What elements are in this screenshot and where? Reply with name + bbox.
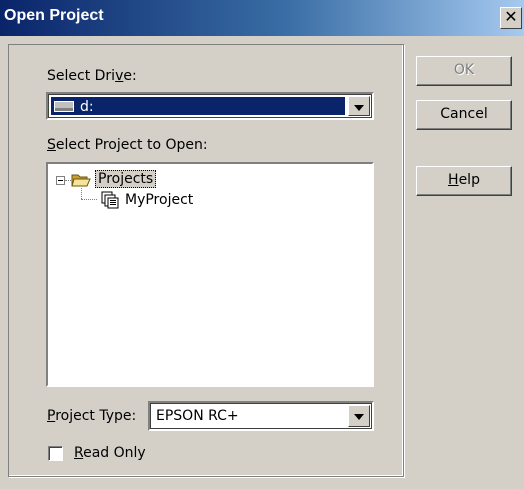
tree-item-myproject[interactable]: MyProject bbox=[125, 192, 193, 208]
read-only-label[interactable]: Read Only bbox=[74, 445, 146, 461]
project-type-value: EPSON RC+ bbox=[156, 408, 239, 424]
collapse-icon[interactable] bbox=[56, 176, 65, 185]
window-title: Open Project bbox=[4, 7, 104, 24]
project-type-select[interactable]: EPSON RC+ bbox=[148, 401, 374, 431]
tree-item-projects[interactable]: Projects bbox=[95, 170, 157, 188]
title-bar[interactable]: Open Project ✕ bbox=[0, 0, 524, 36]
select-project-label: Select Project to Open: bbox=[47, 137, 208, 153]
cancel-button[interactable]: Cancel bbox=[416, 100, 512, 130]
project-tree[interactable]: Projects MyProject bbox=[46, 162, 374, 387]
close-icon: ✕ bbox=[504, 9, 518, 26]
drive-icon bbox=[54, 101, 74, 112]
read-only-checkbox[interactable] bbox=[48, 446, 63, 461]
project-type-dropdown-button[interactable] bbox=[348, 405, 370, 427]
close-button[interactable]: ✕ bbox=[500, 7, 522, 29]
select-drive-label: Select Drive: bbox=[47, 68, 137, 84]
project-type-label: Project Type: bbox=[47, 408, 137, 424]
ok-button[interactable]: OK bbox=[416, 56, 512, 86]
drive-select[interactable]: d: bbox=[46, 92, 374, 120]
open-project-dialog: Open Project ✕ Select Drive: d: Select P… bbox=[0, 0, 524, 489]
help-button[interactable]: Help bbox=[416, 166, 512, 196]
project-icon bbox=[101, 191, 119, 209]
drive-value: d: bbox=[51, 97, 345, 115]
folder-open-icon bbox=[71, 174, 91, 187]
drive-dropdown-button[interactable] bbox=[348, 96, 370, 116]
